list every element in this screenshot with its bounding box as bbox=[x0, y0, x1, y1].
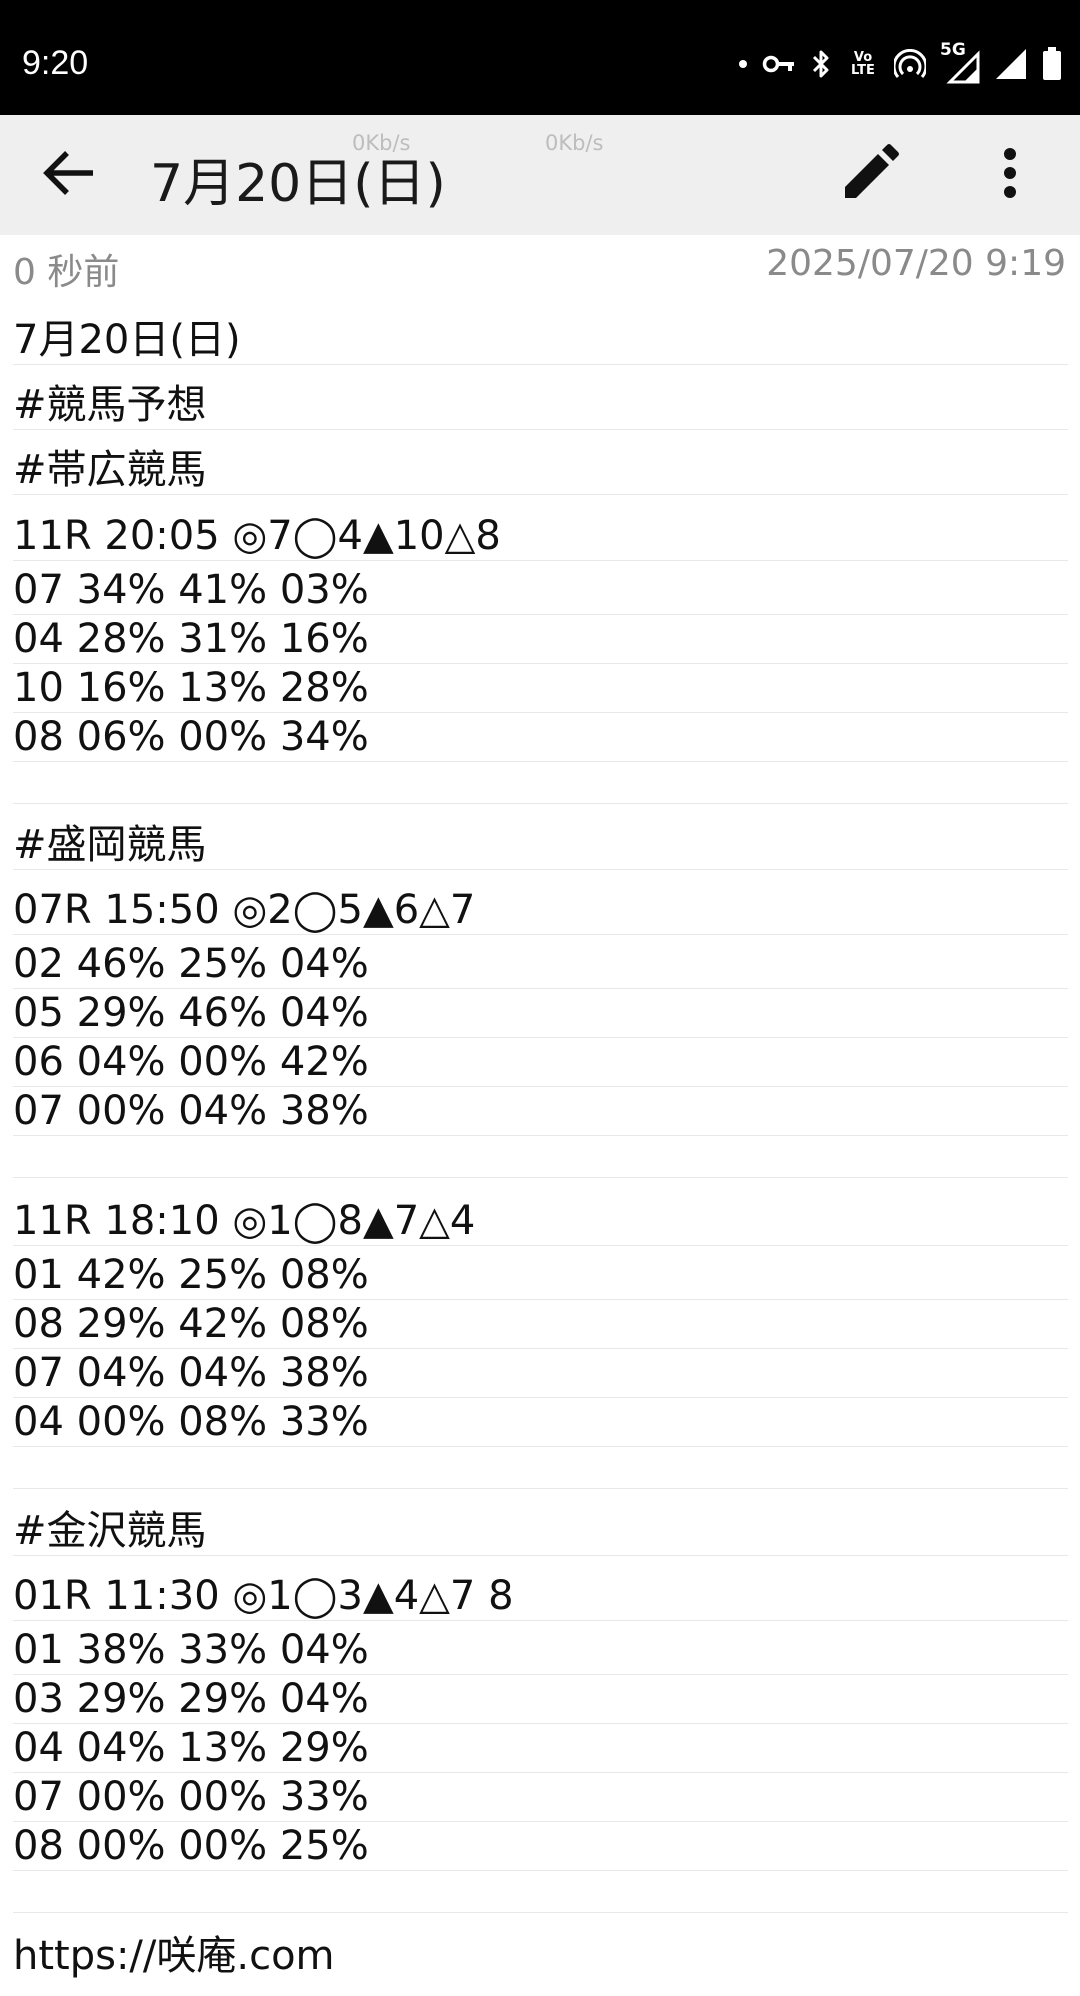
note-line bbox=[13, 1864, 1068, 1913]
note-line: #盛岡競馬 bbox=[13, 821, 1068, 870]
note-line: 08 29% 42% 08% bbox=[13, 1300, 1068, 1349]
edit-button[interactable] bbox=[836, 143, 904, 207]
signal-icon bbox=[994, 47, 1028, 81]
note-line-link[interactable]: https://咲庵.com bbox=[13, 1932, 1068, 1981]
note-line: 06 04% 00% 42% bbox=[13, 1038, 1068, 1087]
volte-icon: Vo LTE bbox=[846, 51, 880, 77]
dot-icon bbox=[738, 59, 748, 69]
note-line: 11R 20:05 ◎7◯4▲10△8 bbox=[13, 512, 1068, 561]
bluetooth-icon bbox=[810, 48, 832, 80]
note-line: 03 29% 29% 04% bbox=[13, 1675, 1068, 1724]
note-line: 04 28% 31% 16% bbox=[13, 615, 1068, 664]
note-line: #帯広競馬 bbox=[13, 446, 1068, 495]
note-line: 01R 11:30 ◎1◯3▲4△7 8 bbox=[13, 1572, 1068, 1621]
note-line: 10 16% 13% 28% bbox=[13, 664, 1068, 713]
more-vert-icon bbox=[1003, 147, 1017, 203]
note-meta-row: 0 秒前 2025/07/20 9:19 bbox=[0, 235, 1080, 295]
note-line bbox=[13, 1440, 1068, 1489]
battery-icon bbox=[1042, 47, 1062, 81]
note-line: 01 38% 33% 04% bbox=[13, 1626, 1068, 1675]
signal-5g-icon: 5G bbox=[940, 40, 980, 84]
pencil-icon bbox=[841, 144, 899, 206]
net-speed-indicator: 0Kb/s bbox=[545, 131, 604, 155]
note-line: 11R 18:10 ◎1◯8▲7△4 bbox=[13, 1197, 1068, 1246]
more-options-button[interactable] bbox=[975, 143, 1045, 207]
relative-time: 0 秒前 bbox=[13, 252, 120, 293]
status-time: 9:20 bbox=[22, 44, 89, 82]
note-line bbox=[13, 1129, 1068, 1178]
note-line: 7月20日(日) bbox=[13, 316, 1068, 365]
note-line: 05 29% 46% 04% bbox=[13, 989, 1068, 1038]
note-line: 04 04% 13% 29% bbox=[13, 1724, 1068, 1773]
status-bar: 9:20 Vo LTE 5G bbox=[0, 0, 1080, 115]
note-line: 07R 15:50 ◎2◯5▲6△7 bbox=[13, 886, 1068, 935]
hotspot-icon bbox=[894, 49, 926, 79]
note-line: 07 04% 04% 38% bbox=[13, 1349, 1068, 1398]
note-line: #金沢競馬 bbox=[13, 1507, 1068, 1556]
back-button[interactable] bbox=[34, 143, 104, 207]
vpn-key-icon bbox=[762, 53, 796, 75]
arrow-back-icon bbox=[43, 149, 95, 201]
app-bar: 7月20日(日) 0Kb/s 0Kb/s bbox=[0, 115, 1080, 235]
status-icons: Vo LTE 5G bbox=[738, 40, 1062, 86]
note-line: 01 42% 25% 08% bbox=[13, 1251, 1068, 1300]
url-link[interactable]: https://咲庵.com bbox=[13, 1932, 337, 1980]
note-line: 07 00% 00% 33% bbox=[13, 1773, 1068, 1822]
note-line: 07 34% 41% 03% bbox=[13, 566, 1068, 615]
timestamp: 2025/07/20 9:19 bbox=[766, 243, 1066, 284]
net-speed-indicator: 0Kb/s bbox=[352, 131, 411, 155]
volte-label: Vo LTE bbox=[851, 50, 875, 78]
note-line bbox=[13, 755, 1068, 804]
note-line: 02 46% 25% 04% bbox=[13, 940, 1068, 989]
note-line: #競馬予想 bbox=[13, 381, 1068, 430]
